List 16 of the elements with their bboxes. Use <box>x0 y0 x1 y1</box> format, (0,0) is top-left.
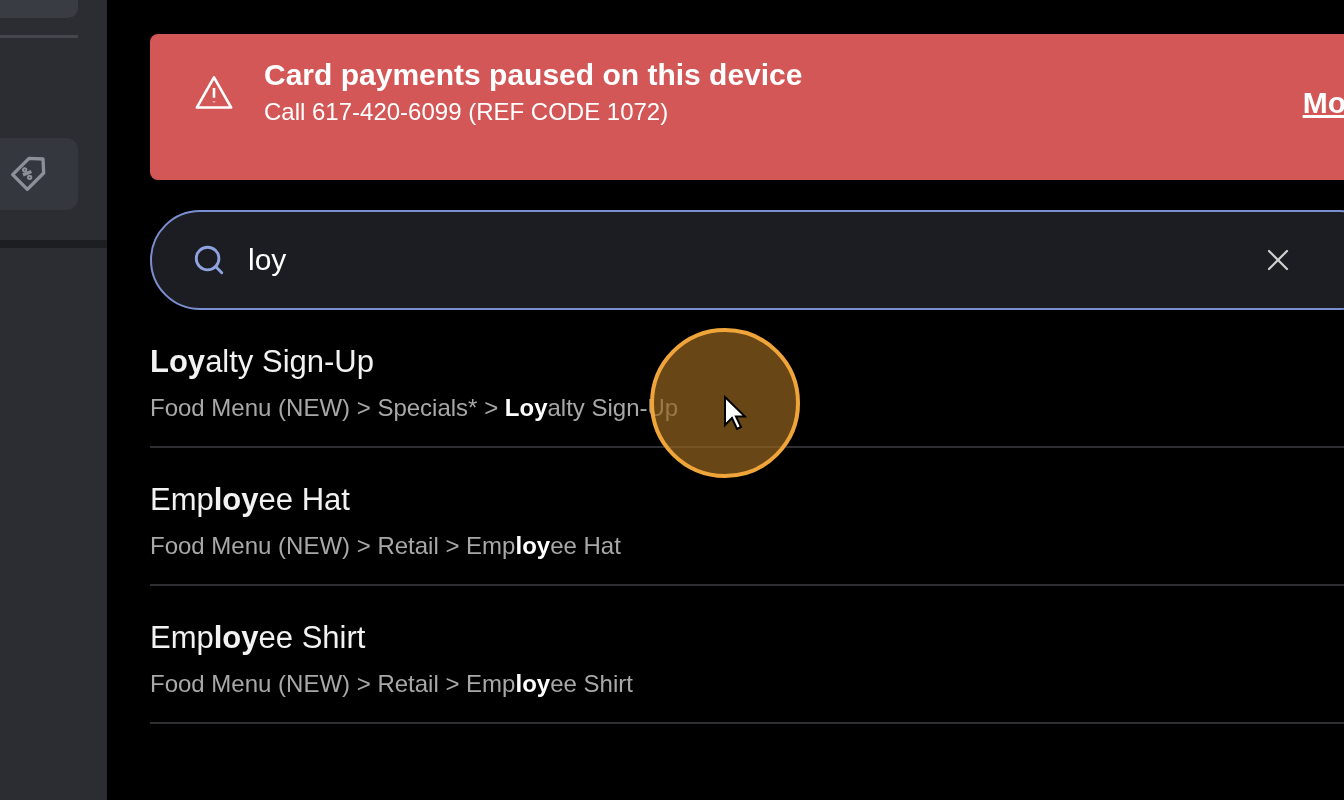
cursor-icon <box>723 395 747 431</box>
discount-tag-icon <box>8 154 48 194</box>
result-path: Food Menu (NEW) > Retail > Employee Hat <box>150 532 621 560</box>
result-name: Employee Shirt <box>150 620 366 656</box>
more-link[interactable]: Mo <box>1302 86 1344 120</box>
result-name: Employee Hat <box>150 482 350 518</box>
alert-title: Card payments paused on this device <box>264 58 804 92</box>
result-path: Food Menu (NEW) > Retail > Employee Shirt <box>150 670 633 698</box>
result-name: Loyalty Sign-Up <box>150 344 374 380</box>
warning-icon <box>194 74 234 110</box>
alert-message: Call 617-420-6099 (REF CODE 1072) <box>264 98 670 126</box>
search-input[interactable]: loy <box>246 242 1240 278</box>
discounts-button[interactable] <box>0 138 78 210</box>
search-field[interactable]: loy <box>150 210 1344 310</box>
search-icon <box>192 243 226 277</box>
search-result[interactable]: Employee Shirt Food Menu (NEW) > Retail > Employee Shirt <box>150 586 1344 724</box>
